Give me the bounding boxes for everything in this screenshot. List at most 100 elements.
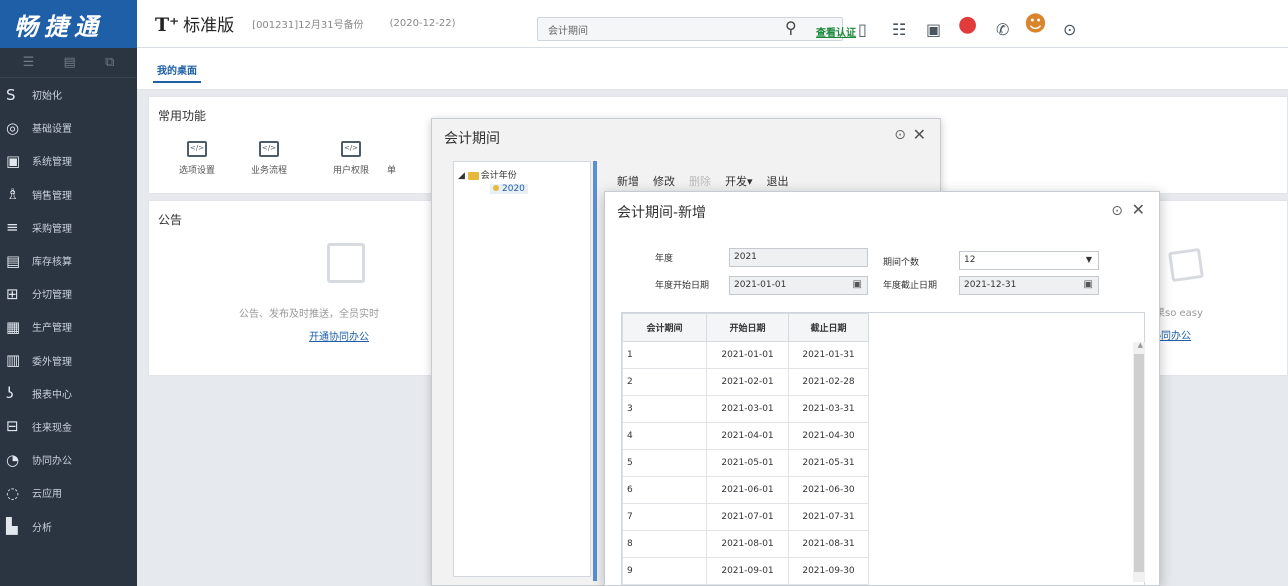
period-cell[interactable]: 8 (622, 530, 707, 558)
develop-menu-button[interactable]: 开发▾ (725, 173, 753, 189)
sidebar-item-label: 云应用 (32, 489, 62, 501)
period-cell[interactable]: 1 (622, 341, 707, 369)
col-start-date[interactable]: 开始日期 (706, 313, 789, 342)
end-date-cell[interactable]: 2021-06-30 (788, 476, 869, 504)
tree-node-year[interactable]: 2020 (490, 184, 528, 194)
start-date-cell[interactable]: 2021-01-01 (706, 341, 789, 369)
search-icon[interactable]: ⚲ (785, 18, 797, 37)
list-icon[interactable]: ▤ (64, 55, 76, 70)
start-date-cell[interactable]: 2021-08-01 (706, 530, 789, 558)
sidebar-item[interactable]: ▥ 委外管理 (0, 344, 137, 377)
message-icon[interactable]: ▣ (926, 20, 941, 39)
calendar-icon[interactable]: ▣ (853, 279, 862, 290)
period-cell[interactable]: 9 (622, 557, 707, 585)
tree-node-root[interactable]: ◢ 会计年份 (458, 168, 517, 181)
start-date-cell[interactable]: 2021-09-01 (706, 557, 789, 585)
period-cell[interactable]: 6 (622, 476, 707, 504)
notice-board-icon (327, 243, 365, 283)
func-options[interactable]: </> 选项设置 (165, 141, 229, 176)
table-row[interactable]: 5 2021-05-01 2021-05-31 (622, 449, 869, 477)
start-date-field[interactable]: 2021-01-01 ▣ (729, 276, 868, 295)
menu-icon[interactable]: ☰ (23, 55, 35, 70)
search-input[interactable]: 会计期间 (537, 17, 843, 41)
sidebar-item[interactable]: ♗ 销售管理 (0, 178, 137, 211)
delete-button[interactable]: 删除 (689, 173, 711, 189)
start-date-cell[interactable]: 2021-04-01 (706, 422, 789, 450)
notification-icon[interactable]: ● (958, 12, 977, 37)
end-date-cell[interactable]: 2021-02-28 (788, 368, 869, 396)
table-row[interactable]: 4 2021-04-01 2021-04-30 (622, 422, 869, 450)
add-button[interactable]: 新增 (617, 173, 639, 189)
sidebar-item-label: 分切管理 (32, 290, 72, 302)
end-date-field[interactable]: 2021-12-31 ▣ (959, 276, 1099, 295)
end-date-cell[interactable]: 2021-03-31 (788, 395, 869, 423)
help-icon[interactable]: ⊙ (894, 127, 906, 143)
verify-link[interactable]: 查看认证 (816, 24, 856, 39)
table-row[interactable]: 1 2021-01-01 2021-01-31 (622, 341, 869, 369)
sidebar-item[interactable]: S 初始化 (0, 78, 137, 111)
start-date-cell[interactable]: 2021-03-01 (706, 395, 789, 423)
func-more[interactable]: 单 (387, 141, 407, 176)
func-workflow[interactable]: </> 业务流程 (237, 141, 301, 176)
period-cell[interactable]: 7 (622, 503, 707, 531)
scrollbar-thumb[interactable] (1134, 354, 1144, 572)
tab-my-desktop[interactable]: 我的桌面 (153, 62, 201, 83)
table-row[interactable]: 6 2021-06-01 2021-06-30 (622, 476, 869, 504)
period-cell[interactable]: 5 (622, 449, 707, 477)
func-user-permission[interactable]: </> 用户权限 (319, 141, 383, 176)
sidebar-item[interactable]: ◎ 基础设置 (0, 111, 137, 144)
start-date-cell[interactable]: 2021-06-01 (706, 476, 789, 504)
close-icon[interactable]: ✕ (913, 125, 926, 144)
period-grid: 会计期间 开始日期 截止日期 1 2021-01-01 2021-01-31 2 202… (621, 312, 1145, 586)
calendar-icon[interactable]: ▣ (1084, 279, 1093, 290)
edit-button[interactable]: 修改 (653, 173, 675, 189)
module-icon: ▙ (6, 517, 18, 536)
pane-splitter[interactable] (593, 161, 597, 581)
table-row[interactable]: 3 2021-03-01 2021-03-31 (622, 395, 869, 423)
end-date-cell[interactable]: 2021-04-30 (788, 422, 869, 450)
col-end-date[interactable]: 截止日期 (788, 313, 869, 342)
period-cell[interactable]: 3 (622, 395, 707, 423)
sidebar-item[interactable]: ▣ 系统管理 (0, 144, 137, 177)
start-date-cell[interactable]: 2021-05-01 (706, 449, 789, 477)
table-row[interactable]: 2 2021-02-01 2021-02-28 (622, 368, 869, 396)
sidebar-item[interactable]: ⊟ 往来现金 (0, 410, 137, 443)
sidebar-item[interactable]: ◌ 云应用 (0, 476, 137, 509)
scroll-up-icon[interactable]: ▲ (1138, 341, 1143, 349)
start-date-cell[interactable]: 2021-07-01 (706, 503, 789, 531)
sidebar-item[interactable]: ▦ 生产管理 (0, 310, 137, 343)
table-row[interactable]: 9 2021-09-01 2021-09-30 (622, 557, 869, 585)
period-cell[interactable]: 2 (622, 368, 707, 396)
sidebar-item[interactable]: ◔ 协同办公 (0, 443, 137, 476)
assistant-avatar-icon[interactable]: ☻ (1024, 12, 1047, 37)
table-row[interactable]: 7 2021-07-01 2021-07-31 (622, 503, 869, 531)
help-icon[interactable]: ⊙ (1111, 203, 1123, 219)
enable-collab-link[interactable]: 开通协同办公 (309, 328, 369, 343)
phone-icon[interactable]: ✆ (996, 20, 1009, 39)
monitor-icon: </> (259, 141, 279, 157)
window-icon[interactable]: ⧉ (105, 55, 114, 70)
help-icon[interactable]: ⊙ (1063, 20, 1076, 39)
close-icon[interactable]: ✕ (1132, 200, 1145, 219)
end-date-cell[interactable]: 2021-05-31 (788, 449, 869, 477)
end-date-cell[interactable]: 2021-01-31 (788, 341, 869, 369)
document-icon[interactable]: ▯ (858, 20, 867, 39)
period-cell[interactable]: 4 (622, 422, 707, 450)
sidebar-item[interactable]: ≡ 采购管理 (0, 211, 137, 244)
col-period[interactable]: 会计期间 (622, 313, 707, 342)
exit-button[interactable]: 退出 (767, 173, 789, 189)
period-count-select[interactable]: 12 ▼ (959, 251, 1099, 270)
start-date-cell[interactable]: 2021-02-01 (706, 368, 789, 396)
end-date-cell[interactable]: 2021-09-30 (788, 557, 869, 585)
table-row[interactable]: 8 2021-08-01 2021-08-31 (622, 530, 869, 558)
sidebar-item[interactable]: ʖ 报表中心 (0, 377, 137, 410)
sidebar-item[interactable]: ▤ 库存核算 (0, 244, 137, 277)
module-icon: ▥ (6, 351, 21, 370)
end-date-cell[interactable]: 2021-08-31 (788, 530, 869, 558)
sidebar-item[interactable]: ⊞ 分切管理 (0, 277, 137, 310)
module-icon: S (6, 85, 16, 104)
task-list-icon[interactable]: ☷ (892, 20, 906, 39)
end-date-cell[interactable]: 2021-07-31 (788, 503, 869, 531)
year-field[interactable]: 2021 (729, 248, 868, 267)
sidebar-item[interactable]: ▙ 分析 (0, 509, 137, 542)
